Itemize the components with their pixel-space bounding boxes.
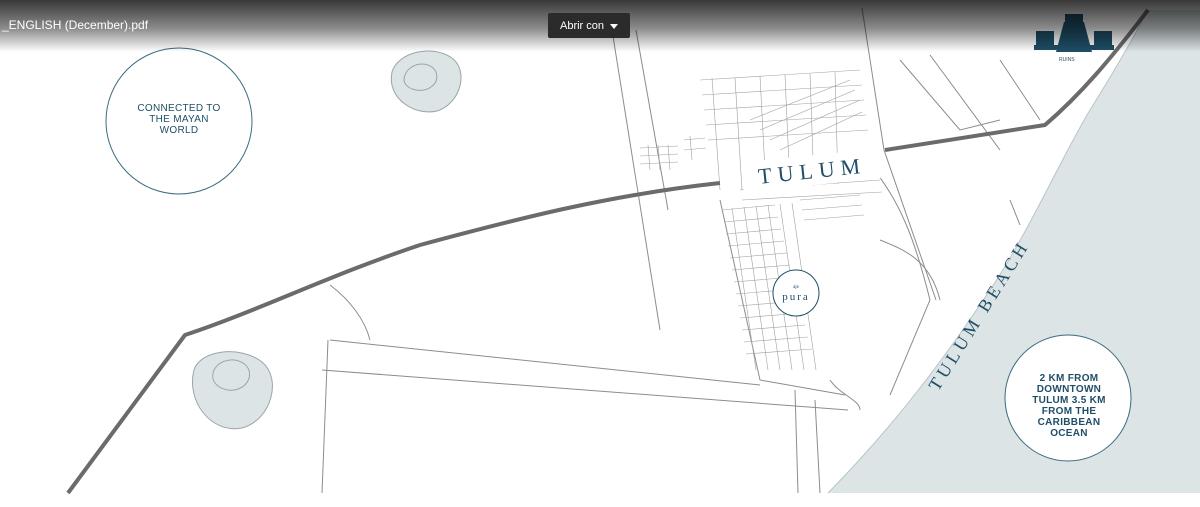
ruins-label: RUINS [1059,57,1075,63]
tulum-banner: TULUM [740,148,884,193]
open-with-button[interactable]: Abrir con [548,13,630,38]
open-with-label: Abrir con [559,19,605,32]
chevron-down-icon [610,24,619,29]
right-circle-text: 2 KM FROM DOWNTOWN TULUM 3.5 KM FROM THE… [1032,373,1106,439]
map-canvas: TULUM TULUM BEACH aje pura [66,7,1200,495]
left-circle-text: CONNECTED TO THE MAYAN WORLD [137,103,221,136]
pura-marker: aje pura [772,269,820,317]
viewer-toolbar: _ENGLISH (December).pdf Abrir con [0,0,1200,52]
brand-name-label: pura [782,291,810,303]
file-title: _ENGLISH (December).pdf [2,18,149,32]
brand-small-label: aje [793,285,800,290]
lake-top [390,50,462,113]
lake-bottom [192,351,273,430]
highway-main [66,181,721,495]
